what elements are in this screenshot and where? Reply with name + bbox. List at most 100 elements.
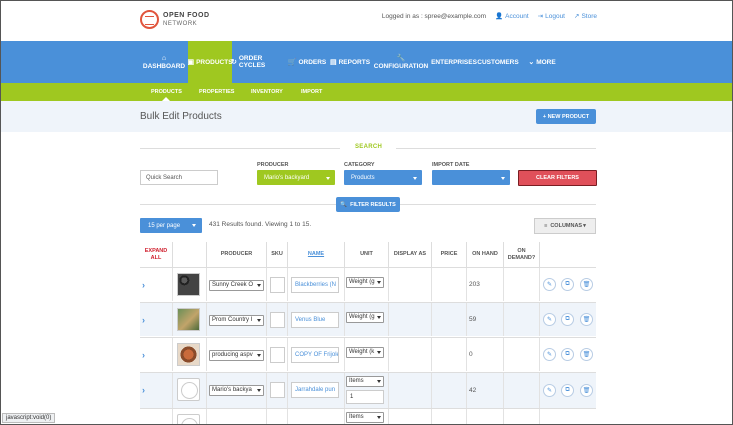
product-thumbnail[interactable] (177, 343, 200, 366)
expand-row-chevron-icon[interactable]: › (142, 385, 145, 395)
main-nav: ⌂ DASHBOARD ▣ PRODUCTS ↻ ORDER CYCLES 🛒 … (1, 41, 732, 88)
on-hand-value[interactable]: 42 (469, 387, 476, 394)
on-hand-value[interactable]: 203 (469, 281, 480, 288)
subnav-inventory[interactable]: INVENTORY (251, 83, 283, 101)
product-thumbnail-placeholder[interactable] (177, 378, 200, 401)
list-icon: ≡ (544, 223, 548, 229)
nav-enterprises[interactable]: ENTERPRISES (431, 41, 477, 83)
nav-products[interactable]: ▣ PRODUCTS (187, 41, 233, 88)
producer-field[interactable]: Prom Country I (209, 315, 264, 326)
name-field[interactable]: Blackberries (N (291, 277, 339, 293)
subnav-products[interactable]: PRODUCTS (151, 83, 182, 101)
delete-icon[interactable]: 🗑 (580, 313, 593, 326)
producer-field-value: Mario's backya (212, 387, 252, 393)
nav-order-cycles[interactable]: ↻ ORDER CYCLES (231, 41, 287, 83)
delete-icon[interactable]: 🗑 (580, 384, 593, 397)
edit-icon[interactable]: ✎ (543, 348, 556, 361)
edit-icon[interactable]: ✎ (543, 313, 556, 326)
nav-configuration[interactable]: 🔧 CONFIGURATION (373, 41, 429, 83)
unit-value-field[interactable]: 1 (346, 390, 384, 404)
delete-icon[interactable]: 🗑 (580, 278, 593, 291)
filter-results-label: FILTER RESULTS (350, 201, 396, 208)
import-date-select[interactable] (432, 170, 510, 185)
results-summary: 431 Results found. Viewing 1 to 15. (209, 221, 312, 228)
sub-nav: PRODUCTS PROPERTIES INVENTORY IMPORT (1, 83, 732, 101)
nav-configuration-label: CONFIGURATION (373, 63, 429, 70)
name-column-header[interactable]: NAME (287, 242, 344, 267)
unit-field[interactable]: Weight (k (346, 347, 384, 358)
on-hand-value[interactable]: 0 (469, 351, 473, 358)
name-field[interactable]: Venus Blue (291, 312, 339, 328)
filter-divider-right (400, 204, 596, 205)
nav-dashboard[interactable]: ⌂ DASHBOARD (141, 41, 187, 83)
category-select[interactable]: Products (344, 170, 422, 185)
producer-select[interactable]: Mario's backyard (257, 170, 335, 185)
clone-icon[interactable]: ⧉ (561, 313, 574, 326)
unit-field[interactable]: Items (346, 376, 384, 387)
store-link[interactable]: ↗ Store (574, 12, 597, 21)
edit-icon[interactable]: ✎ (543, 384, 556, 397)
unit-column-header: UNIT (344, 242, 388, 267)
unit-field-value: Items (349, 414, 364, 420)
top-header: OPEN FOOD NETWORK Logged in as : spree@e… (1, 1, 732, 41)
nav-more[interactable]: ⌄ MORE (526, 41, 558, 83)
subnav-import[interactable]: IMPORT (301, 83, 322, 101)
browser-viewport: OPEN FOOD NETWORK Logged in as : spree@e… (0, 0, 733, 425)
box-icon: ▣ (187, 59, 195, 66)
nav-dashboard-label: DASHBOARD (142, 62, 186, 70)
per-page-select[interactable]: 15 per page (140, 218, 202, 233)
product-thumbnail[interactable] (177, 273, 200, 296)
chevron-down-icon (376, 414, 382, 421)
filter-results-button[interactable]: 🔍 FILTER RESULTS (336, 197, 400, 212)
product-thumbnail[interactable] (177, 308, 200, 331)
ofn-logo[interactable]: OPEN FOOD NETWORK (140, 10, 210, 29)
nav-customers[interactable]: CUSTOMERS (477, 41, 518, 83)
expand-row-chevron-icon[interactable]: › (142, 421, 145, 424)
chevron-down-icon (256, 352, 262, 359)
sku-field[interactable] (270, 277, 285, 293)
delete-icon[interactable]: 🗑 (580, 348, 593, 361)
sku-field[interactable] (270, 312, 285, 328)
page-title: Bulk Edit Products (140, 111, 222, 122)
producer-field[interactable]: Mario's backya (209, 385, 264, 396)
chevron-down-icon (376, 378, 382, 385)
nav-reports[interactable]: ▤ REPORTS (330, 41, 370, 83)
clone-icon[interactable]: ⧉ (561, 384, 574, 397)
name-field[interactable]: COPY OF Frijole (291, 347, 339, 363)
home-icon: ⌂ (161, 54, 167, 62)
sku-field[interactable] (270, 382, 285, 398)
logout-link[interactable]: ⇥ Logout (538, 12, 565, 21)
unit-field[interactable]: Items (346, 412, 384, 423)
producer-field[interactable]: producing aspv (209, 350, 264, 361)
clear-filters-button[interactable]: CLEAR FILTERS (518, 170, 597, 186)
producer-field[interactable]: Sunny Creek O (209, 280, 264, 291)
clone-icon[interactable]: ⧉ (561, 278, 574, 291)
filter-divider-left (140, 204, 336, 205)
name-field[interactable]: Jarrahdale pun (291, 382, 339, 398)
expand-all-toggle[interactable]: EXPAND ALL (140, 242, 172, 267)
quick-search-input[interactable]: Quick Search (140, 170, 218, 185)
chevron-down-icon (376, 279, 382, 286)
on-hand-value[interactable]: 59 (469, 316, 476, 323)
expand-row-chevron-icon[interactable]: › (142, 280, 145, 290)
nav-orders[interactable]: 🛒 ORDERS (288, 41, 327, 83)
expand-row-chevron-icon[interactable]: › (142, 315, 145, 325)
sku-field[interactable] (270, 347, 285, 363)
table-row: › Prom Country I Venus Blue Weight (g 59… (140, 302, 596, 336)
chevron-down-icon: ⌄ (528, 59, 535, 66)
chevron-down-icon (256, 317, 262, 324)
clone-icon[interactable]: ⧉ (561, 348, 574, 361)
account-link[interactable]: 👤 Account (495, 12, 529, 21)
edit-icon[interactable]: ✎ (543, 278, 556, 291)
expand-row-chevron-icon[interactable]: › (142, 350, 145, 360)
user-menu: Logged in as : spree@example.com 👤 Accoun… (382, 12, 597, 21)
unit-field[interactable]: Weight (g (346, 277, 384, 288)
category-label: CATEGORY (344, 162, 375, 168)
columns-dropdown-button[interactable]: ≡ COLUMNAS ▾ (534, 218, 596, 234)
page-header: Bulk Edit Products + NEW PRODUCT (1, 101, 732, 132)
subnav-properties[interactable]: PROPERTIES (199, 83, 234, 101)
table-row: › Items (140, 408, 596, 424)
unit-field[interactable]: Weight (g (346, 312, 384, 323)
product-thumbnail-placeholder[interactable] (177, 414, 200, 424)
new-product-button[interactable]: + NEW PRODUCT (536, 109, 596, 124)
